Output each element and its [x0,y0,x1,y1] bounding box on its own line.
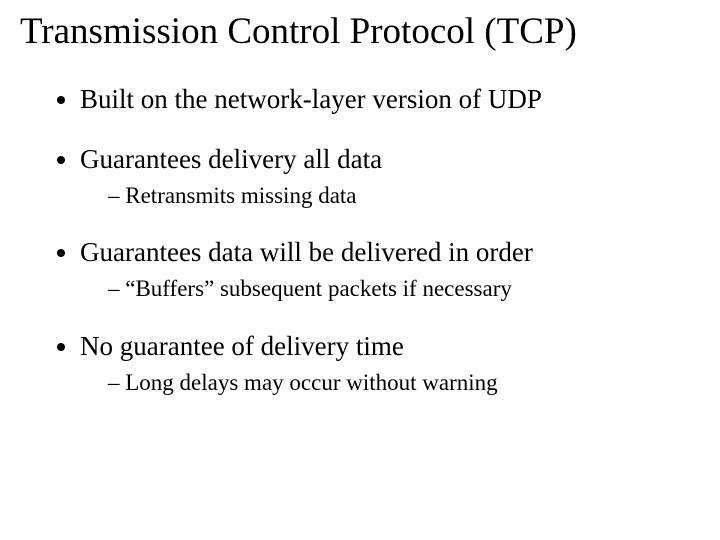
sub-list-item: Long delays may occur without warning [108,368,700,398]
list-item: Guarantees data will be delivered in ord… [80,236,700,304]
sub-bullet-text: Long delays may occur without warning [125,370,497,395]
bullet-text: No guarantee of delivery time [80,331,404,361]
sub-list: “Buffers” subsequent packets if necessar… [80,274,700,304]
bullet-text: Guarantees data will be delivered in ord… [80,237,533,267]
sub-list: Long delays may occur without warning [80,368,700,398]
page-title: Transmission Control Protocol (TCP) [20,10,700,53]
list-item: Guarantees delivery all data Retransmits… [80,143,700,211]
list-item: Built on the network-layer version of UD… [80,83,700,117]
bullet-list: Built on the network-layer version of UD… [20,83,700,398]
sub-list: Retransmits missing data [80,181,700,211]
sub-list-item: “Buffers” subsequent packets if necessar… [108,274,700,304]
sub-bullet-text: “Buffers” subsequent packets if necessar… [125,276,512,301]
list-item: No guarantee of delivery time Long delay… [80,330,700,398]
sub-bullet-text: Retransmits missing data [125,183,356,208]
slide: Transmission Control Protocol (TCP) Buil… [0,0,720,540]
bullet-text: Built on the network-layer version of UD… [80,84,542,114]
bullet-text: Guarantees delivery all data [80,144,382,174]
sub-list-item: Retransmits missing data [108,181,700,211]
